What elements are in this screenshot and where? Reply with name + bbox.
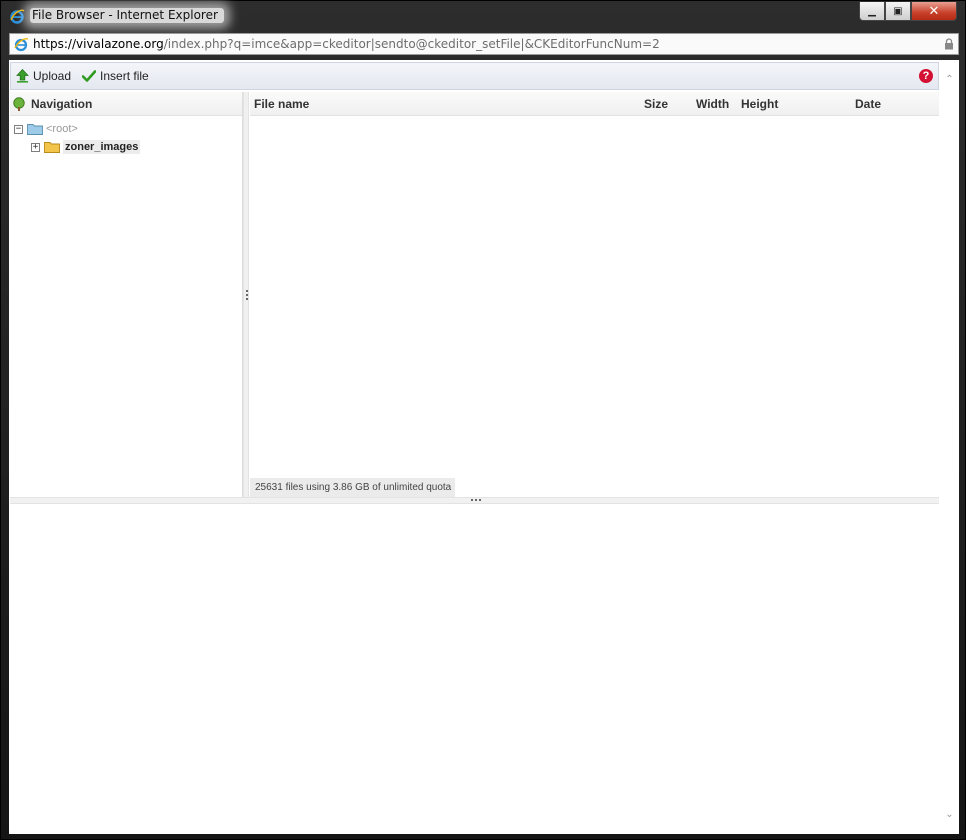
tree-item-root-label[interactable]: <root> <box>46 123 78 135</box>
collapse-toggle[interactable]: − <box>14 124 23 134</box>
folder-icon <box>44 142 60 153</box>
title-bar[interactable]: File Browser - Internet Explorer ▁ ▣ ✕ <box>1 1 965 31</box>
grip-dots-icon <box>470 499 482 501</box>
upload-arrow-icon <box>16 69 29 83</box>
tree-item-zoner-images[interactable]: + zoner_images <box>10 138 242 156</box>
lock-icon[interactable] <box>944 38 954 50</box>
expand-toggle[interactable]: + <box>31 142 40 152</box>
insert-file-button[interactable]: Insert file <box>82 69 149 83</box>
internet-explorer-icon <box>14 38 29 52</box>
address-path: /index.php?q=imce&app=ckeditor|sendto@ck… <box>163 37 660 51</box>
insert-file-label: Insert file <box>100 69 149 83</box>
file-list-header: File name Size Width Height Date <box>250 92 939 116</box>
file-list-pane: File name Size Width Height Date 25631 f… <box>250 92 939 497</box>
grip-dots-icon <box>246 289 248 301</box>
help-icon[interactable]: ? <box>919 69 933 83</box>
navigation-pane: Navigation − <root> + zoner_images <box>10 92 243 497</box>
address-bar[interactable]: https://vivalazone.org/index.php?q=imce&… <box>9 33 959 55</box>
upload-label: Upload <box>33 69 72 83</box>
folder-tree: − <root> + zoner_images <box>10 116 242 156</box>
folder-icon <box>27 124 43 135</box>
column-header-width[interactable]: Width <box>696 97 729 111</box>
internet-explorer-icon <box>10 9 25 24</box>
checkmark-icon <box>82 70 97 82</box>
upload-button[interactable]: Upload <box>16 69 71 83</box>
imce-file-browser: Upload Insert file ? Navigation − <root>… <box>9 60 959 834</box>
window-controls: ▁ ▣ ✕ <box>859 2 957 21</box>
maximize-button[interactable]: ▣ <box>885 2 911 21</box>
minimize-button[interactable]: ▁ <box>859 2 885 21</box>
quota-status: 25631 files using 3.86 GB of unlimited q… <box>250 478 456 497</box>
navigation-header: Navigation <box>10 92 242 116</box>
vertical-scrollbar[interactable]: ⌃ ⌄ <box>940 60 959 834</box>
column-header-height[interactable]: Height <box>741 97 778 111</box>
imce-toolbar: Upload Insert file ? <box>10 62 939 90</box>
browser-window: File Browser - Internet Explorer ▁ ▣ ✕ h… <box>0 0 966 840</box>
tree-item-zoner-images-label[interactable]: zoner_images <box>63 140 141 154</box>
file-preview-pane <box>10 504 939 834</box>
scroll-up-icon[interactable]: ⌃ <box>944 74 955 85</box>
navigation-title: Navigation <box>31 96 93 111</box>
column-header-date[interactable]: Date <box>855 97 881 111</box>
horizontal-resize-handle[interactable] <box>10 497 939 504</box>
tree-item-root[interactable]: − <root> <box>10 120 242 138</box>
vertical-resize-handle[interactable] <box>243 92 249 497</box>
tree-icon <box>13 96 25 111</box>
column-header-size[interactable]: Size <box>644 97 668 111</box>
close-button[interactable]: ✕ <box>911 2 957 21</box>
address-host: https://vivalazone.org <box>33 37 164 51</box>
window-title: File Browser - Internet Explorer <box>30 8 224 23</box>
column-header-file-name[interactable]: File name <box>254 97 309 111</box>
scroll-down-icon[interactable]: ⌄ <box>944 809 955 820</box>
